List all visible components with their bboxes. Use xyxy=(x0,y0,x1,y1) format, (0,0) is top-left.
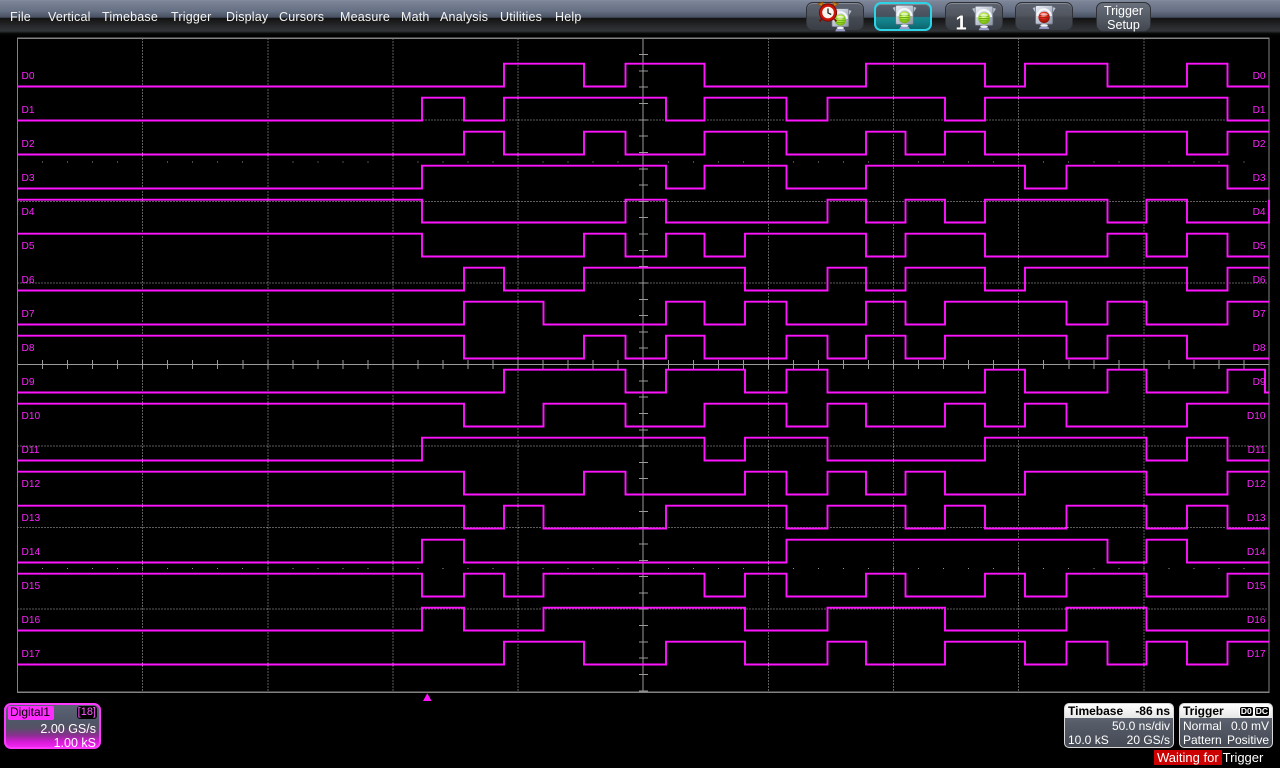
svg-text:D14: D14 xyxy=(22,547,41,558)
svg-text:D2: D2 xyxy=(1253,139,1266,150)
svg-text:D9: D9 xyxy=(22,377,35,388)
svg-text:D11: D11 xyxy=(22,445,40,456)
svg-text:D15: D15 xyxy=(1247,581,1266,592)
svg-text:D14: D14 xyxy=(1247,547,1266,558)
svg-text:D10: D10 xyxy=(22,411,41,422)
svg-text:D3: D3 xyxy=(1253,173,1266,184)
svg-text:D6: D6 xyxy=(22,275,35,286)
svg-text:D15: D15 xyxy=(22,581,41,592)
svg-text:D2: D2 xyxy=(22,139,35,150)
svg-text:D1: D1 xyxy=(1253,105,1266,116)
svg-text:D7: D7 xyxy=(22,309,35,320)
svg-text:D9: D9 xyxy=(1253,377,1266,388)
svg-text:D0: D0 xyxy=(1253,71,1266,82)
svg-text:D13: D13 xyxy=(1247,513,1266,524)
svg-text:D13: D13 xyxy=(22,513,41,524)
svg-text:D16: D16 xyxy=(22,615,41,626)
svg-text:D17: D17 xyxy=(22,649,41,660)
svg-text:D8: D8 xyxy=(1253,343,1266,354)
svg-text:D4: D4 xyxy=(22,207,35,218)
svg-text:D16: D16 xyxy=(1247,615,1266,626)
svg-text:D5: D5 xyxy=(1253,241,1266,252)
svg-text:D5: D5 xyxy=(22,241,35,252)
svg-text:D0: D0 xyxy=(22,71,35,82)
svg-text:D6: D6 xyxy=(1253,275,1266,286)
svg-text:D1: D1 xyxy=(22,105,35,116)
svg-text:D8: D8 xyxy=(22,343,35,354)
svg-text:D3: D3 xyxy=(22,173,35,184)
svg-text:D7: D7 xyxy=(1253,309,1266,320)
svg-text:D11: D11 xyxy=(1248,445,1266,456)
svg-text:D12: D12 xyxy=(1247,479,1266,490)
svg-text:D4: D4 xyxy=(1253,207,1266,218)
svg-text:D10: D10 xyxy=(1247,411,1266,422)
svg-text:D17: D17 xyxy=(1247,649,1266,660)
svg-text:D12: D12 xyxy=(22,479,41,490)
